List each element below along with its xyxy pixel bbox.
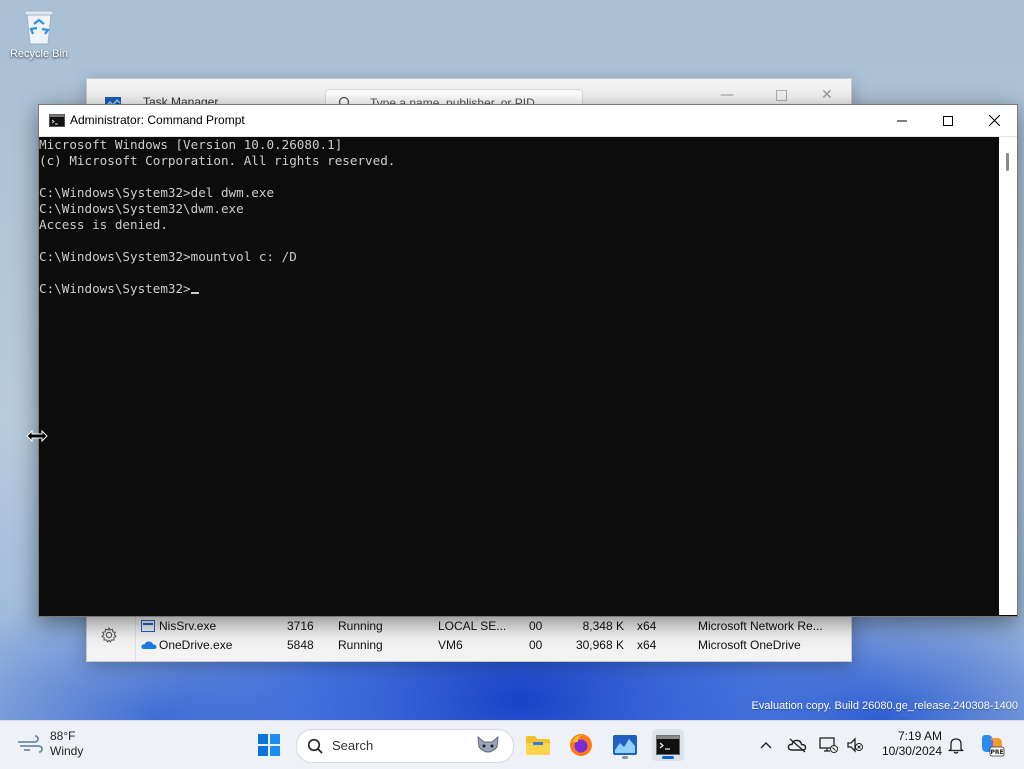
- active-indicator: [662, 756, 674, 759]
- clock-date: 10/30/2024: [881, 744, 942, 758]
- weather-widget[interactable]: 88°F Windy: [16, 729, 83, 759]
- process-icon: [141, 620, 155, 632]
- process-pid: 3716: [287, 619, 314, 633]
- process-description: Microsoft Network Re...: [698, 619, 823, 633]
- firefox-button[interactable]: [565, 729, 597, 761]
- close-button[interactable]: ✕: [821, 87, 833, 103]
- process-memory: 30,968 K: [575, 638, 624, 652]
- show-hidden-icons-button[interactable]: [750, 729, 782, 761]
- weather-temperature: 88°F: [50, 729, 76, 743]
- weather-description: Windy: [50, 744, 84, 758]
- recycle-bin-icon: [22, 8, 56, 46]
- speaker-muted-icon: [847, 737, 863, 753]
- search-icon: [307, 738, 323, 754]
- recycle-bin-shortcut[interactable]: Recycle Bin: [6, 8, 72, 60]
- settings-gear-icon[interactable]: [101, 626, 117, 646]
- process-name: OneDrive.exe: [159, 638, 233, 652]
- console-scrollbar[interactable]: [999, 137, 1017, 615]
- network-offline-icon: [819, 737, 838, 753]
- console-output[interactable]: Microsoft Windows [Version 10.0.26080.1]…: [39, 137, 999, 615]
- process-cpu: 00: [529, 619, 543, 633]
- start-button[interactable]: [253, 729, 285, 761]
- task-manager-taskbar-button[interactable]: [609, 729, 641, 761]
- process-user: VM6: [438, 638, 463, 652]
- console-prompt: C:\Windows\System32>: [39, 281, 191, 296]
- console-prompt-line: C:\Windows\System32>: [39, 281, 999, 297]
- wind-icon: [18, 735, 43, 753]
- console-line: Microsoft Windows [Version 10.0.26080.1]: [39, 137, 343, 152]
- network-tray-button[interactable]: [814, 729, 842, 761]
- process-name: NisSrv.exe: [159, 619, 217, 633]
- close-button[interactable]: [971, 105, 1017, 136]
- maximize-button[interactable]: [925, 105, 971, 136]
- command-prompt-titlebar[interactable]: Administrator: Command Prompt: [39, 105, 1017, 137]
- file-explorer-button[interactable]: [522, 729, 554, 761]
- process-description: Microsoft OneDrive: [698, 638, 801, 652]
- command-prompt-window[interactable]: Administrator: Command Prompt Microsoft …: [38, 104, 1018, 617]
- table-row[interactable]: NisSrv.exe 3716 Running LOCAL SE... 00 8…: [135, 617, 851, 636]
- taskbar-clock[interactable]: 7:19 AM 10/30/2024: [878, 729, 942, 759]
- notifications-button[interactable]: [942, 729, 970, 761]
- folder-icon: [526, 736, 550, 755]
- console-line: C:\Windows\System32>mountvol c: /D: [39, 249, 297, 264]
- cloud-offline-icon: [787, 738, 807, 753]
- task-manager-icon: [613, 735, 637, 755]
- bell-icon: [948, 738, 964, 754]
- process-user: LOCAL SE...: [438, 619, 507, 633]
- onedrive-icon: [141, 641, 157, 649]
- search-highlight-mascot-icon: [477, 735, 499, 753]
- firefox-icon: [570, 734, 592, 756]
- cmd-app-icon: [49, 114, 65, 127]
- window-title: Administrator: Command Prompt: [70, 113, 245, 127]
- taskbar-search-box[interactable]: Search: [296, 729, 514, 763]
- copilot-icon: PRE: [982, 735, 1005, 757]
- maximize-icon: [943, 115, 953, 126]
- taskbar: 88°F Windy Search 7:19 AM 10/30/2024 PRE: [0, 720, 1024, 769]
- text-cursor: [190, 292, 199, 294]
- svg-text:PRE: PRE: [990, 749, 1003, 756]
- search-label: Search: [332, 738, 374, 753]
- scrollbar-thumb[interactable]: [1006, 153, 1009, 171]
- chevron-up-icon: [760, 742, 772, 749]
- process-arch: x64: [637, 619, 657, 633]
- console-line: (c) Microsoft Corporation. All rights re…: [39, 153, 396, 168]
- table-row[interactable]: OneDrive.exe 5848 Running VM6 00 30,968 …: [135, 636, 851, 655]
- volume-tray-button[interactable]: [842, 729, 868, 761]
- evaluation-watermark: Evaluation copy. Build 26080.ge_release.…: [751, 700, 1018, 712]
- process-cpu: 00: [529, 638, 543, 652]
- windows-logo-icon: [258, 734, 280, 756]
- maximize-button[interactable]: □: [775, 87, 788, 103]
- resize-cursor-icon: [26, 430, 48, 442]
- command-prompt-taskbar-button[interactable]: [652, 729, 684, 761]
- process-list: NisSrv.exe 3716 Running LOCAL SE... 00 8…: [135, 617, 851, 655]
- process-arch: x64: [637, 638, 657, 652]
- console-line: C:\Windows\System32>del dwm.exe: [39, 185, 275, 200]
- console-line: C:\Windows\System32\dwm.exe: [39, 201, 244, 216]
- terminal-icon: [656, 735, 680, 755]
- minimize-button[interactable]: —: [720, 87, 734, 103]
- clock-time: 7:19 AM: [897, 729, 942, 743]
- process-status: Running: [338, 638, 383, 652]
- recycle-bin-label: Recycle Bin: [9, 48, 69, 60]
- close-icon: [988, 115, 1000, 126]
- process-pid: 5848: [287, 638, 314, 652]
- process-status: Running: [338, 619, 383, 633]
- running-indicator: [622, 756, 628, 759]
- console-line: Access is denied.: [39, 217, 168, 232]
- copilot-button[interactable]: PRE: [976, 729, 1008, 761]
- process-memory: 8,348 K: [582, 619, 624, 633]
- onedrive-tray-button[interactable]: [783, 729, 811, 761]
- minimize-button[interactable]: [879, 105, 925, 136]
- minimize-icon: [897, 120, 907, 121]
